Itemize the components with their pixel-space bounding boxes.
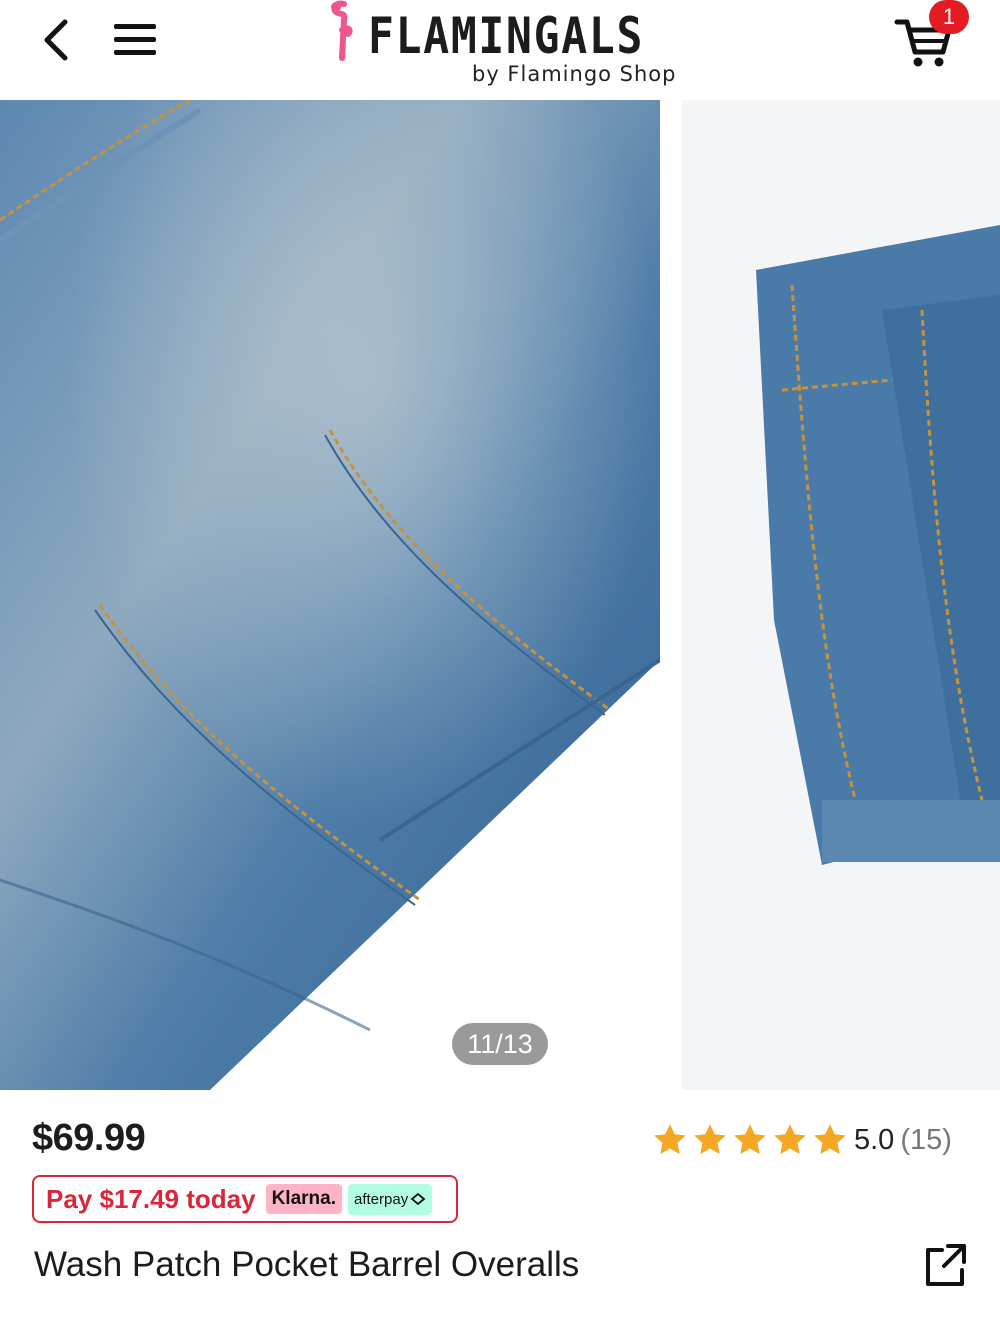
product-price: $69.99 <box>32 1117 146 1159</box>
share-button[interactable] <box>920 1240 970 1290</box>
star-icon <box>814 1124 846 1155</box>
brand-logo[interactable]: FLAMINGALS by Flamingo Shop <box>322 0 682 96</box>
product-title: Wash Patch Pocket Barrel Overalls <box>34 1245 580 1284</box>
rating-stars <box>652 1122 848 1158</box>
installment-payment-banner[interactable]: Pay $17.49 today Klarna. afterpay <box>32 1175 458 1223</box>
denim-hem-photo <box>682 100 1000 1090</box>
star-icon <box>734 1124 766 1155</box>
star-icon <box>654 1124 686 1155</box>
star-icon <box>694 1124 726 1155</box>
product-image-next[interactable] <box>682 100 1000 1090</box>
product-image-gallery[interactable]: 11/13 <box>0 100 1000 1090</box>
hamburger-menu-icon <box>114 24 156 55</box>
image-counter: 11/13 <box>452 1023 548 1065</box>
afterpay-label: afterpay <box>354 1190 409 1208</box>
product-rating[interactable]: 5.0 (15) <box>652 1120 952 1160</box>
menu-button[interactable] <box>110 18 160 62</box>
product-image-current[interactable]: 11/13 <box>0 100 660 1090</box>
top-header: FLAMINGALS by Flamingo Shop 1 <box>0 0 1000 100</box>
flamingo-logo-icon <box>331 0 353 61</box>
star-icon <box>774 1124 806 1155</box>
denim-pocket-photo <box>0 100 660 1090</box>
afterpay-badge: afterpay <box>348 1183 433 1215</box>
back-button[interactable] <box>36 18 76 62</box>
pay-today-text: Pay $17.49 today <box>46 1183 256 1214</box>
brand-tagline: by Flamingo Shop <box>472 62 677 86</box>
klarna-badge: Klarna. <box>265 1184 342 1214</box>
brand-name: FLAMINGALS <box>368 7 645 65</box>
afterpay-arrows-icon <box>410 1192 426 1206</box>
share-external-icon <box>926 1244 966 1286</box>
rating-score: 5.0 <box>854 1123 895 1156</box>
cart-count-badge: 1 <box>929 0 969 34</box>
review-count[interactable]: (15) <box>900 1124 952 1157</box>
chevron-left-icon <box>44 19 68 61</box>
